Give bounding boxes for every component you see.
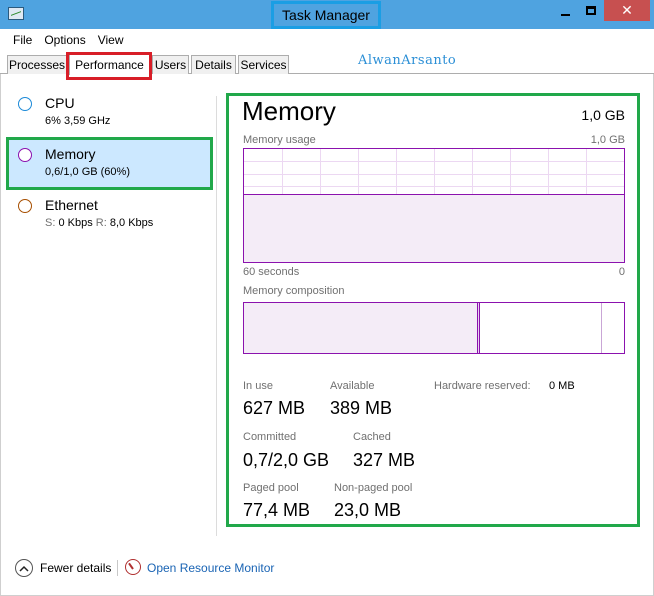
- tab-performance[interactable]: Performance: [69, 53, 150, 75]
- resource-monitor-icon[interactable]: [125, 559, 141, 575]
- footer-divider: [117, 560, 118, 576]
- ethernet-title: Ethernet: [45, 197, 98, 213]
- ethernet-receive-value: 8,0 Kbps: [109, 217, 154, 229]
- paged-pool-label: Paged pool: [243, 482, 299, 494]
- title-bar[interactable]: Task Manager ✕: [0, 0, 654, 29]
- menu-options[interactable]: Options: [38, 29, 91, 51]
- menu-file[interactable]: File: [7, 29, 38, 51]
- memory-usage-graph: [243, 148, 625, 263]
- composition-in-use: [244, 303, 479, 353]
- cached-value: 327 MB: [353, 450, 416, 470]
- non-paged-pool-label: Non-paged pool: [334, 482, 413, 494]
- composition-modified: [478, 303, 481, 353]
- graph-time-label: 60 seconds: [243, 266, 300, 278]
- available-value: 389 MB: [330, 398, 393, 418]
- graph-min-label: 0: [618, 266, 625, 278]
- tab-users[interactable]: Users: [152, 55, 189, 74]
- available-label: Available: [330, 380, 375, 392]
- minimize-button[interactable]: [552, 0, 578, 21]
- tab-bar: Processes Performance Users Details Serv…: [0, 51, 654, 75]
- memory-title: Memory: [45, 146, 96, 162]
- footer-bar: Fewer details Open Resource Monitor: [0, 542, 654, 596]
- tab-services[interactable]: Services: [238, 55, 289, 74]
- minimize-icon: [560, 13, 570, 16]
- in-use-label: In use: [243, 380, 273, 392]
- open-resource-monitor-link[interactable]: Open Resource Monitor: [147, 561, 274, 575]
- task-manager-app-icon: [8, 7, 24, 20]
- cpu-title: CPU: [45, 95, 75, 111]
- ethernet-send-value: 0 Kbps: [58, 217, 93, 229]
- cpu-indicator-icon: [18, 97, 32, 111]
- fewer-details-button[interactable]: [15, 559, 33, 577]
- grid-line: [244, 186, 624, 188]
- hardware-reserved-value: 0 MB: [549, 380, 575, 392]
- ethernet-detail: S: 0 Kbps R: 8,0 Kbps: [45, 217, 153, 229]
- grid-line: [244, 161, 624, 163]
- non-paged-pool-value: 23,0 MB: [334, 500, 402, 520]
- memory-detail: 0,6/1,0 GB (60%): [45, 166, 130, 178]
- close-button[interactable]: ✕: [604, 0, 650, 21]
- sidebar-item-cpu[interactable]: CPU 6% 3,59 GHz: [18, 95, 208, 131]
- close-icon: ✕: [621, 2, 633, 18]
- ethernet-indicator-icon: [18, 199, 32, 213]
- watermark-text: AlwanArsanto: [358, 53, 457, 68]
- maximize-button[interactable]: [578, 0, 604, 21]
- in-use-value: 627 MB: [243, 398, 306, 418]
- committed-label: Committed: [243, 431, 297, 443]
- composition-free: [601, 303, 603, 353]
- chevron-up-icon: [19, 565, 29, 572]
- ethernet-receive-label: R:: [95, 217, 107, 229]
- window-title: Task Manager: [282, 7, 370, 23]
- sidebar-item-ethernet[interactable]: Ethernet S: 0 Kbps R: 8,0 Kbps: [18, 197, 208, 233]
- memory-usage-max: 1,0 GB: [590, 134, 625, 146]
- ethernet-send-label: S:: [45, 217, 56, 229]
- paged-pool-value: 77,4 MB: [243, 500, 311, 520]
- panel-title: Memory: [242, 96, 336, 126]
- memory-usage-label: Memory usage: [243, 134, 316, 146]
- maximize-icon: [586, 6, 596, 15]
- tab-processes[interactable]: Processes: [7, 55, 67, 74]
- menu-bar: File Options View: [0, 29, 654, 51]
- cpu-detail: 6% 3,59 GHz: [45, 115, 111, 127]
- sidebar-item-memory[interactable]: Memory 0,6/1,0 GB (60%): [18, 146, 208, 182]
- committed-value: 0,7/2,0 GB: [243, 450, 330, 470]
- title-highlight-box: Task Manager: [271, 1, 381, 29]
- window-controls: ✕: [552, 0, 650, 21]
- tab-details[interactable]: Details: [191, 55, 236, 74]
- fewer-details-label[interactable]: Fewer details: [40, 561, 111, 575]
- hardware-reserved-label: Hardware reserved:: [434, 380, 531, 392]
- grid-line: [244, 173, 624, 175]
- cached-label: Cached: [353, 431, 391, 443]
- memory-composition-label: Memory composition: [243, 285, 345, 297]
- memory-usage-fill: [244, 194, 624, 262]
- sidebar-divider: [216, 96, 217, 536]
- menu-view[interactable]: View: [92, 29, 130, 51]
- total-memory: 1,0 GB: [581, 107, 625, 123]
- memory-indicator-icon: [18, 148, 32, 162]
- memory-composition-bar[interactable]: [243, 302, 625, 354]
